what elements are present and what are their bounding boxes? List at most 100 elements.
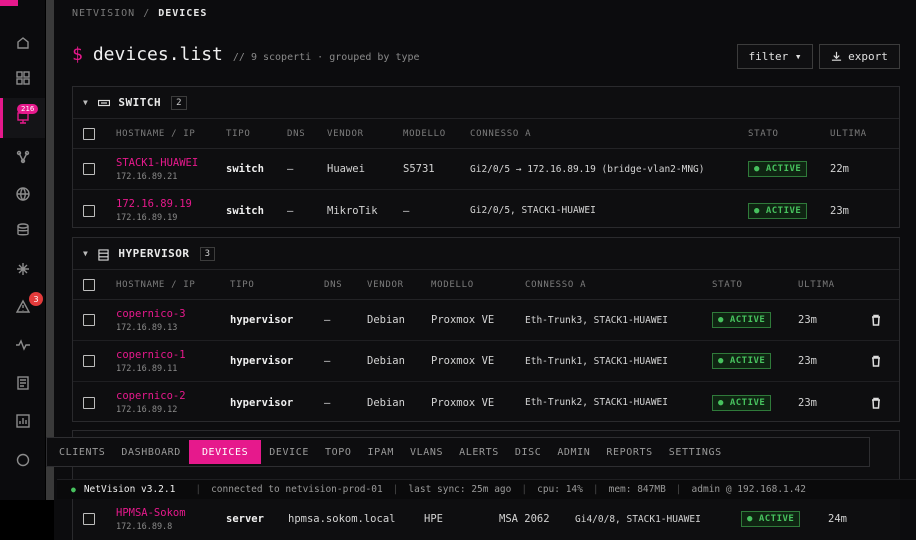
- table-row[interactable]: copernico-1 172.16.89.11 hypervisor — Deb…: [73, 341, 899, 382]
- status-badge: ● ACTIVE: [748, 161, 808, 177]
- vendor-cell: Debian: [367, 314, 405, 326]
- collapse-caret-icon[interactable]: ▼: [83, 98, 88, 107]
- pulse-icon[interactable]: [13, 335, 33, 355]
- vendor-cell: Debian: [367, 355, 405, 367]
- shield-icon[interactable]: [13, 450, 33, 470]
- asterisk-icon[interactable]: [13, 259, 33, 279]
- table-row[interactable]: STACK1-HUAWEI 172.16.89.21 switch — Huawe…: [73, 149, 899, 190]
- home-icon[interactable]: [13, 33, 33, 53]
- hostname-link[interactable]: HPMSA-Sokom: [116, 507, 186, 519]
- col-hostname[interactable]: HOSTNAME / IP: [116, 119, 196, 148]
- tab-settings[interactable]: SETTINGS: [661, 440, 730, 464]
- filter-button[interactable]: filter ▾: [737, 44, 813, 69]
- col-ultima[interactable]: ULTIMA: [830, 119, 867, 148]
- logo-mark: [0, 0, 18, 6]
- page-title: devices.list: [92, 44, 223, 65]
- dashboard-icon[interactable]: [13, 68, 33, 88]
- col-dns[interactable]: DNS: [324, 270, 342, 299]
- hypervisor-table-header: HOSTNAME / IP TIPO DNS VENDOR MODELLO CO…: [73, 270, 899, 300]
- status-badge: ● ACTIVE: [712, 353, 772, 369]
- topology-icon[interactable]: [13, 147, 33, 167]
- type-cell: server: [226, 513, 264, 525]
- hostname-link[interactable]: copernico-2: [116, 390, 186, 402]
- layers-icon[interactable]: [13, 220, 33, 240]
- col-hostname[interactable]: HOSTNAME / IP: [116, 270, 196, 299]
- tab-device[interactable]: DEVICE: [261, 440, 317, 464]
- tab-ipam[interactable]: IPAM: [360, 440, 402, 464]
- hostname-link[interactable]: STACK1-HUAWEI: [116, 157, 198, 169]
- col-tipo[interactable]: TIPO: [226, 119, 250, 148]
- row-checkbox[interactable]: [83, 204, 95, 217]
- last-seen-cell: 24m: [828, 513, 847, 525]
- model-cell: MSA 2062: [499, 513, 550, 525]
- chart-icon[interactable]: [13, 411, 33, 431]
- tab-reports[interactable]: REPORTS: [598, 440, 660, 464]
- collapse-caret-icon[interactable]: ▼: [83, 249, 88, 258]
- table-row[interactable]: copernico-3 172.16.89.13 hypervisor — Deb…: [73, 300, 899, 341]
- export-button[interactable]: export: [819, 44, 900, 69]
- select-all-checkbox[interactable]: [83, 127, 95, 140]
- col-ultima[interactable]: ULTIMA: [798, 270, 835, 299]
- dns-cell: —: [287, 163, 294, 175]
- connected-cell: Gi2/0/5, STACK1-HUAWEI: [470, 205, 596, 216]
- hostname-link[interactable]: 172.16.89.19: [116, 198, 192, 210]
- connection-status-dot: ●: [71, 485, 76, 494]
- group-name: HYPERVISOR: [118, 247, 190, 260]
- col-modello[interactable]: MODELLO: [403, 119, 446, 148]
- col-vendor[interactable]: VENDOR: [327, 119, 364, 148]
- row-checkbox[interactable]: [83, 314, 95, 326]
- model-cell: —: [403, 204, 410, 217]
- hostname-link[interactable]: copernico-3: [116, 308, 186, 320]
- tab-topo[interactable]: TOPO: [317, 440, 359, 464]
- col-tipo[interactable]: TIPO: [230, 270, 254, 299]
- row-checkbox[interactable]: [83, 163, 95, 175]
- tab-devices[interactable]: DEVICES: [188, 440, 262, 464]
- switch-group-header[interactable]: ▼ SWITCH 2: [73, 87, 899, 119]
- document-icon[interactable]: [13, 373, 33, 393]
- col-modello[interactable]: MODELLO: [431, 270, 474, 299]
- status-badge: ● ACTIVE: [712, 394, 772, 411]
- globe-icon[interactable]: [13, 184, 33, 204]
- status-badge: ● ACTIVE: [712, 312, 772, 328]
- col-dns[interactable]: DNS: [287, 119, 305, 148]
- trash-icon[interactable]: [870, 382, 882, 423]
- connected-cell: Eth-Trunk1, STACK1-HUAWEI: [525, 355, 668, 367]
- col-stato[interactable]: STATO: [712, 270, 743, 299]
- breadcrumb-current: DEVICES: [158, 8, 208, 19]
- tab-clients[interactable]: CLIENTS: [51, 440, 113, 464]
- cpu-text: cpu: 14%: [537, 484, 583, 495]
- model-cell: Proxmox VE: [431, 314, 495, 326]
- user-text: admin @ 192.168.1.42: [691, 484, 806, 495]
- page-subtitle: // 9 scoperti · grouped by type: [232, 52, 420, 63]
- tab-admin[interactable]: ADMIN: [549, 440, 598, 464]
- tab-vlans[interactable]: VLANS: [402, 440, 451, 464]
- trash-icon[interactable]: [870, 341, 882, 381]
- col-connesso[interactable]: CONNESSO A: [470, 119, 531, 148]
- type-cell: switch: [226, 204, 264, 217]
- table-row[interactable]: 172.16.89.19 172.16.89.19 switch — MikroT…: [73, 190, 899, 231]
- connected-cell: Gi4/0/8, STACK1-HUAWEI: [575, 513, 701, 525]
- col-connesso[interactable]: CONNESSO A: [525, 270, 586, 299]
- hostname-link[interactable]: copernico-1: [116, 349, 186, 361]
- hypervisor-group-header[interactable]: ▼ HYPERVISOR 3: [73, 238, 899, 270]
- devices-count-badge: 216: [17, 104, 39, 114]
- vendor-cell: Huawei: [327, 163, 365, 175]
- table-row[interactable]: copernico-2 172.16.89.12 hypervisor — Deb…: [73, 382, 899, 423]
- tab-alerts[interactable]: ALERTS: [451, 440, 507, 464]
- mem-text: mem: 847MB: [608, 484, 666, 495]
- row-checkbox[interactable]: [83, 396, 95, 409]
- ip-text: 172.16.89.8: [116, 521, 173, 532]
- rail-scrollbar[interactable]: [46, 0, 54, 500]
- select-all-checkbox[interactable]: [83, 278, 95, 291]
- table-row[interactable]: HPMSA-Sokom 172.16.89.8 server hpmsa.soko…: [72, 498, 900, 540]
- col-vendor[interactable]: VENDOR: [367, 270, 404, 299]
- export-label: export: [848, 50, 888, 63]
- tab-disc[interactable]: DISC: [507, 440, 549, 464]
- row-checkbox[interactable]: [83, 513, 95, 525]
- tab-dashboard[interactable]: DASHBOARD: [113, 440, 189, 464]
- model-cell: Proxmox VE: [431, 355, 495, 367]
- trash-icon[interactable]: [870, 300, 882, 340]
- col-stato[interactable]: STATO: [748, 119, 779, 148]
- breadcrumb-root[interactable]: NETVISION: [72, 8, 135, 19]
- row-checkbox[interactable]: [83, 355, 95, 367]
